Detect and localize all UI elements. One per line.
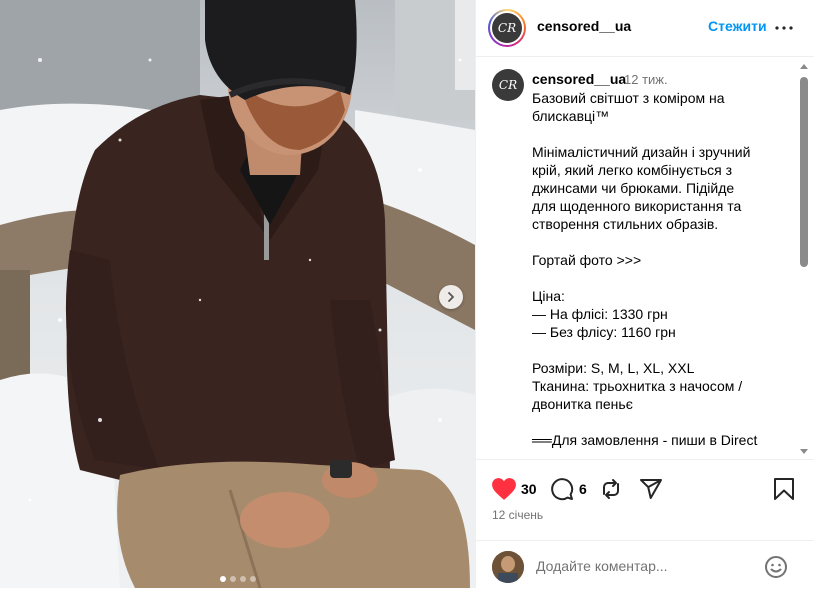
scroll-down-arrow-icon[interactable]: [800, 449, 808, 454]
post-photo[interactable]: [0, 0, 475, 588]
current-user-avatar: [492, 551, 524, 583]
story-ring[interactable]: CR: [488, 9, 526, 47]
heart-filled-icon: [492, 478, 516, 500]
caption-scrollbar[interactable]: [797, 57, 811, 457]
repost-icon: [603, 479, 619, 499]
caption-section: CR censored__ua 12 тиж. Базовий світшот …: [476, 57, 814, 457]
scroll-up-arrow-icon[interactable]: [800, 64, 808, 69]
comments-count[interactable]: 6: [579, 481, 587, 497]
carousel-dot: [229, 576, 236, 582]
save-button[interactable]: [771, 476, 797, 502]
action-bar: 30 6 12 січень: [476, 459, 814, 522]
likes-count[interactable]: 30: [521, 481, 537, 497]
post-header: CR censored__ua Стежити: [476, 0, 814, 57]
comment-bubble-icon: [551, 478, 574, 501]
photo-illustration: [0, 0, 475, 588]
repost-button[interactable]: [598, 476, 624, 502]
chevron-right-icon: [448, 292, 454, 302]
carousel-dot: [219, 576, 226, 582]
scroll-thumb[interactable]: [800, 77, 808, 267]
caption-avatar[interactable]: CR: [492, 69, 524, 101]
carousel-dot: [239, 576, 246, 582]
post-date[interactable]: 12 січень: [492, 508, 543, 522]
carousel-next-button[interactable]: [439, 285, 463, 309]
more-options-button[interactable]: [772, 16, 796, 40]
carousel-indicator: [0, 576, 475, 582]
emoji-button[interactable]: [764, 555, 788, 579]
caption-username[interactable]: censored__ua: [532, 71, 626, 87]
comment-button[interactable]: [549, 476, 575, 502]
bookmark-icon: [774, 478, 794, 500]
send-icon: [640, 479, 662, 499]
emoji-smile-icon: [765, 556, 787, 578]
post-sidebar: CR censored__ua Стежити CR censored__ua …: [475, 0, 814, 588]
like-button[interactable]: [490, 476, 518, 502]
more-dots-icon: [775, 26, 793, 30]
caption-text: Базовий світшот з коміром на блискавці™ …: [532, 90, 758, 448]
author-username[interactable]: censored__ua: [537, 18, 631, 34]
share-button[interactable]: [638, 476, 664, 502]
comment-input[interactable]: Додайте коментар...: [536, 558, 756, 574]
carousel-dot: [249, 576, 256, 582]
user-photo: [492, 551, 524, 583]
comment-bar: Додайте коментар...: [476, 540, 814, 589]
follow-button[interactable]: Стежити: [708, 18, 767, 34]
avatar: CR: [492, 13, 522, 43]
caption-timestamp[interactable]: 12 тиж.: [624, 72, 668, 87]
